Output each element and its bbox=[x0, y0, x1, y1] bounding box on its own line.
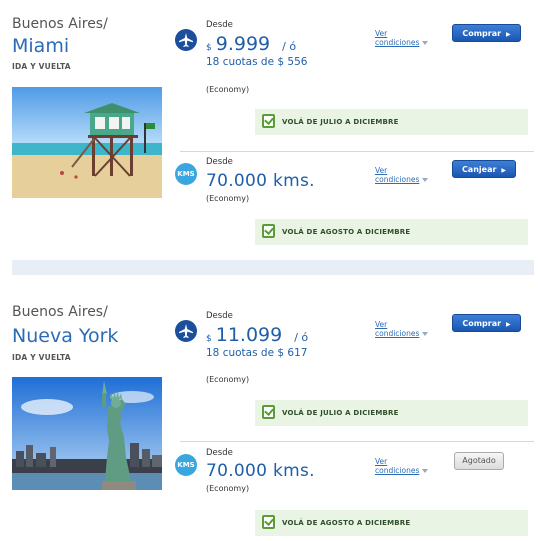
conditions-link-line2: condiciones bbox=[375, 329, 420, 338]
offer-divider bbox=[180, 441, 534, 442]
conditions-link[interactable]: Ver condiciones bbox=[375, 166, 429, 184]
offer-money-nueva-york: Desde $11.099 / ó 18 cuotas de $ 617 (Eco… bbox=[175, 308, 534, 428]
travel-period-text: VOLÁ DE AGOSTO A DICIEMBRE bbox=[282, 228, 411, 236]
cabin-class: (Economy) bbox=[206, 194, 250, 203]
currency-symbol: $ bbox=[206, 334, 212, 344]
installments: 18 cuotas de $ 617 bbox=[206, 347, 308, 359]
conditions-link[interactable]: Ver condiciones bbox=[375, 457, 429, 475]
trip-type: IDA Y VUELTA bbox=[12, 62, 71, 71]
conditions-link-line2: condiciones bbox=[375, 175, 420, 184]
section-separator bbox=[12, 260, 534, 275]
from-label: Desde bbox=[206, 311, 233, 321]
price-or: / ó bbox=[294, 331, 309, 344]
conditions-link-line1: Ver bbox=[375, 29, 388, 38]
cabin-class: (Economy) bbox=[206, 484, 250, 493]
miles-amount: 70.000 kms. bbox=[206, 461, 315, 481]
travel-period-banner: VOLÁ DE AGOSTO A DICIEMBRE bbox=[255, 219, 528, 245]
offer-miles-miami: KMS Desde 70.000 kms. (Economy) Ver cond… bbox=[175, 153, 534, 248]
travel-period-text: VOLÁ DE JULIO A DICIEMBRE bbox=[282, 118, 399, 126]
conditions-link-line2: condiciones bbox=[375, 466, 420, 475]
calendar-check-icon bbox=[262, 405, 275, 419]
from-label: Desde bbox=[206, 20, 233, 30]
arrow-right-icon: ▶ bbox=[506, 321, 511, 328]
price: $9.999 / ó bbox=[206, 33, 296, 55]
plane-icon bbox=[175, 29, 197, 51]
price: $11.099 / ó bbox=[206, 324, 308, 346]
destination-photo-miami[interactable] bbox=[12, 87, 162, 198]
buy-button[interactable]: Comprar ▶ bbox=[452, 314, 521, 332]
from-label: Desde bbox=[206, 157, 233, 167]
travel-period-text: VOLÁ DE AGOSTO A DICIEMBRE bbox=[282, 519, 411, 527]
plane-icon bbox=[175, 320, 197, 342]
travel-period-banner: VOLÁ DE JULIO A DICIEMBRE bbox=[255, 400, 528, 426]
miles-amount: 70.000 kms. bbox=[206, 171, 315, 191]
deal-card-miami: Buenos Aires/ Miami IDA Y VUELTA Desde $… bbox=[0, 0, 539, 252]
conditions-link[interactable]: Ver condiciones bbox=[375, 320, 429, 338]
buy-button-label: Comprar bbox=[462, 29, 502, 38]
travel-period-banner: VOLÁ DE JULIO A DICIEMBRE bbox=[255, 109, 528, 135]
calendar-check-icon bbox=[262, 114, 275, 128]
chevron-down-icon bbox=[422, 332, 429, 336]
trip-type: IDA Y VUELTA bbox=[12, 353, 71, 362]
destination-city[interactable]: Miami bbox=[12, 35, 69, 57]
sold-out-button[interactable]: Agotado bbox=[454, 452, 504, 470]
from-label: Desde bbox=[206, 448, 233, 458]
origin-city: Buenos Aires/ bbox=[12, 16, 108, 32]
offer-miles-nueva-york: KMS Desde 70.000 kms. (Economy) Ver cond… bbox=[175, 443, 534, 539]
origin-city: Buenos Aires/ bbox=[12, 304, 108, 320]
buy-button[interactable]: Comprar ▶ bbox=[452, 24, 521, 42]
conditions-link[interactable]: Ver condiciones bbox=[375, 29, 429, 47]
offer-money-miami: Desde $9.999 / ó 18 cuotas de $ 556 (Econ… bbox=[175, 17, 534, 137]
arrow-right-icon: ▶ bbox=[506, 31, 511, 38]
chevron-down-icon bbox=[422, 41, 429, 45]
buy-button-label: Comprar bbox=[462, 319, 502, 328]
kms-icon: KMS bbox=[175, 163, 197, 185]
conditions-link-line2: condiciones bbox=[375, 38, 420, 47]
currency-symbol: $ bbox=[206, 43, 212, 53]
kms-icon: KMS bbox=[175, 454, 197, 476]
price-amount: 11.099 bbox=[215, 324, 283, 346]
calendar-check-icon bbox=[262, 515, 275, 529]
travel-period-text: VOLÁ DE JULIO A DICIEMBRE bbox=[282, 409, 399, 417]
price-amount: 9.999 bbox=[215, 33, 271, 55]
redeem-button[interactable]: Canjear ▶ bbox=[452, 160, 516, 178]
cabin-class: (Economy) bbox=[206, 375, 250, 384]
destination-photo-nueva-york[interactable] bbox=[12, 377, 162, 490]
conditions-link-line1: Ver bbox=[375, 457, 388, 466]
calendar-check-icon bbox=[262, 224, 275, 238]
deal-card-nueva-york: Buenos Aires/ Nueva York IDA Y VUELTA De… bbox=[0, 292, 539, 541]
installments: 18 cuotas de $ 556 bbox=[206, 56, 308, 68]
conditions-link-line1: Ver bbox=[375, 166, 388, 175]
redeem-button-label: Canjear bbox=[461, 165, 497, 174]
conditions-link-line1: Ver bbox=[375, 320, 388, 329]
destination-city[interactable]: Nueva York bbox=[12, 325, 118, 347]
chevron-down-icon bbox=[422, 178, 429, 182]
arrow-right-icon: ▶ bbox=[501, 167, 507, 174]
price-or: / ó bbox=[282, 40, 297, 53]
offer-divider bbox=[180, 151, 534, 152]
cabin-class: (Economy) bbox=[206, 85, 250, 94]
chevron-down-icon bbox=[422, 469, 429, 473]
travel-period-banner: VOLÁ DE AGOSTO A DICIEMBRE bbox=[255, 510, 528, 536]
